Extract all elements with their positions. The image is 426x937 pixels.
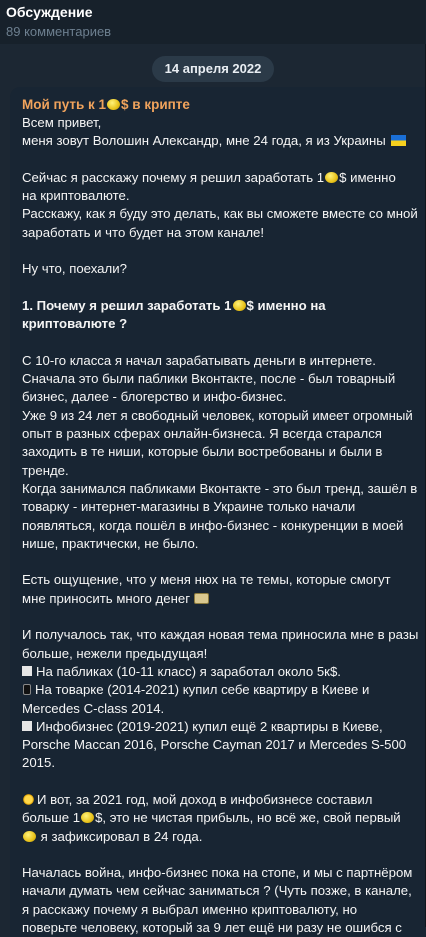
text-span: На пабликах (10-11 класс) я заработал ок… xyxy=(36,663,341,679)
ukraine-flag-icon xyxy=(391,135,407,147)
text-line: бизнес, далее - блогерство и инфо-бизнес… xyxy=(22,389,287,405)
text-line-lemon: больше 1 $, это не чистая прибыль, но всё… xyxy=(22,809,418,827)
text-span: $ именно на xyxy=(246,297,326,313)
text-line: на криптовалюте. xyxy=(22,188,130,204)
text-span: На товарке (2014-2021) купил себе кварти… xyxy=(35,682,370,698)
text-line-flag: меня зовут Волошин Александр, мне 24 год… xyxy=(22,132,418,150)
message-body: Всем привет, меня зовут Волошин Александ… xyxy=(22,114,418,937)
chat-header: Обсуждение 89 комментариев xyxy=(0,0,426,44)
text-line: Уже 9 из 24 лет я свободный человек, кот… xyxy=(22,407,413,423)
text-line-sun: И вот, за 2021 год, мой доход в инфобизн… xyxy=(22,791,418,809)
text-line: появляться, когда пошёл в инфо-бизнес - … xyxy=(22,517,404,533)
list-item: Инфобизнес (2019-2021) купил ещё 2 кварт… xyxy=(22,718,418,736)
text-line: С 10-го класса я начал зарабатывать день… xyxy=(22,352,376,368)
message-bubble[interactable]: Мой путь к 1 $ в крипте Всем привет, меня… xyxy=(10,87,426,937)
text-span: Инфобизнес (2019-2021) купил ещё 2 кварт… xyxy=(36,718,383,734)
date-separator: 14 апреля 2022 xyxy=(0,56,426,82)
text-line: я расскажу почему я выбрал именно крипто… xyxy=(22,901,358,917)
text-line: товарку - интернет-магазины в Украине то… xyxy=(22,499,356,515)
text-span: я зафиксировал в 24 года. xyxy=(37,828,203,844)
text-line: Mercedes C-class 2014. xyxy=(22,700,165,716)
title-text-post: $ в крипте xyxy=(121,97,190,112)
text-line-lemon: я зафиксировал в 24 года. xyxy=(22,828,418,846)
text-span: $, это не чистая прибыль, но всё же, сво… xyxy=(95,810,401,826)
text-span: $ именно xyxy=(339,169,396,185)
text-line: заработать и что будет на этом канале! xyxy=(22,224,265,240)
text-line: И получалось так, что каждая новая тема … xyxy=(22,627,419,643)
text-line-money: мне приносить много денег xyxy=(22,590,418,608)
header-title[interactable]: Обсуждение xyxy=(6,3,420,21)
lemon-icon xyxy=(107,99,121,110)
text-line: Есть ощущение, что у меня нюх на те темы… xyxy=(22,572,391,588)
text-line: Ну что, поехали? xyxy=(22,261,127,277)
lemon-icon xyxy=(23,830,36,842)
lemon-icon xyxy=(232,299,246,311)
text-line: Сначала это были паблики Вконтакте, посл… xyxy=(22,371,396,387)
text-line: опыт в разных сферах онлайн-бизнеса. Я в… xyxy=(22,426,382,442)
text-line: 2015. xyxy=(22,755,56,771)
text-line: Расскажу, как я буду это делать, как вы … xyxy=(22,206,418,222)
text-span: Сейчас я расскажу почему я решил заработ… xyxy=(22,169,325,185)
sun-icon xyxy=(22,792,35,806)
text-line: больше, нежели предыдущая! xyxy=(22,645,208,661)
text-span: 1. Почему я решил заработать 1 xyxy=(22,297,232,313)
text-line: поверьте человеку, который за 9 лет ещё … xyxy=(22,920,402,936)
text-line: Porsche Maccan 2016, Porsche Cayman 2017… xyxy=(22,737,407,753)
date-pill: 14 апреля 2022 xyxy=(151,56,275,82)
section-heading: криптовалюте ? xyxy=(22,316,128,332)
text-line: Когда занимался пабликами Вконтакте - эт… xyxy=(22,480,418,496)
message-title[interactable]: Мой путь к 1 $ в крипте xyxy=(22,96,418,114)
money-icon xyxy=(193,592,209,604)
text-line: тренде. xyxy=(22,462,69,478)
text-span: мне приносить много денег xyxy=(22,590,190,606)
white-square-icon xyxy=(22,720,32,731)
white-square-icon xyxy=(22,665,32,676)
text-span: больше 1 xyxy=(22,810,81,826)
comments-count: 89 комментариев xyxy=(6,24,112,39)
text-line: Началась война, инфо-бизнес пока на стоп… xyxy=(22,865,413,881)
text-line: Всем привет, xyxy=(22,115,102,130)
text-line-lemon: Сейчас я расскажу почему я решил заработ… xyxy=(22,169,418,187)
text-line: начали думать чем сейчас заниматься ? (Ч… xyxy=(22,883,412,899)
title-text-pre: Мой путь к 1 xyxy=(22,97,107,112)
text-span: меня зовут Волошин Александр, мне 24 год… xyxy=(22,133,386,149)
text-line: нише, практически, не было. xyxy=(22,535,199,551)
text-line: заходить в те ниши, которые были востреб… xyxy=(22,444,383,460)
lemon-icon xyxy=(325,171,339,183)
lemon-icon xyxy=(81,812,95,824)
list-item: На товарке (2014-2021) купил себе кварти… xyxy=(22,681,418,699)
phone-icon xyxy=(23,684,31,696)
section-heading: 1. Почему я решил заработать 1 $ именно н… xyxy=(22,297,418,315)
text-span: И вот, за 2021 год, мой доход в инфобизн… xyxy=(37,791,373,807)
list-item: На пабликах (10-11 класс) я заработал ок… xyxy=(22,663,418,681)
